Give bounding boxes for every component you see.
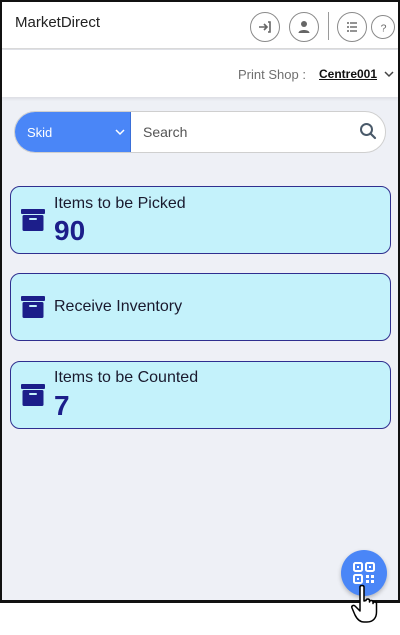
card-count: 90 xyxy=(54,215,86,246)
help-icon: ? xyxy=(380,22,386,33)
archive-box-icon xyxy=(21,296,45,318)
user-icon xyxy=(298,21,310,33)
user-button[interactable] xyxy=(289,12,319,42)
card-title: Items to be Counted xyxy=(54,369,199,386)
type-select[interactable]: Skid xyxy=(15,112,131,152)
list-icon xyxy=(347,22,357,32)
help-button[interactable]: ? xyxy=(371,15,395,39)
sign-in-button[interactable] xyxy=(250,12,280,42)
app-title: MarketDirect xyxy=(15,14,101,31)
qr-code-icon xyxy=(353,562,375,584)
sign-in-icon xyxy=(259,21,271,33)
chevron-down-icon[interactable] xyxy=(383,68,395,80)
print-shop-label: Print Shop : xyxy=(238,67,306,82)
app-frame: MarketDirect ? Print Shop: Centre001 Sk… xyxy=(0,0,400,603)
svg-text:?: ? xyxy=(380,22,386,33)
card-receive-inventory[interactable]: Receive Inventory xyxy=(10,273,391,341)
type-select-value: Skid xyxy=(27,125,53,140)
card-count: 7 xyxy=(54,390,70,421)
archive-box-icon xyxy=(21,209,45,231)
card-title: Receive Inventory xyxy=(54,298,183,315)
search-input[interactable] xyxy=(133,112,353,152)
print-shop-select[interactable]: Centre001 xyxy=(319,67,377,81)
list-button[interactable] xyxy=(337,12,367,42)
header-divider xyxy=(328,12,329,40)
card-items-to-be-counted[interactable]: Items to be Counted 7 xyxy=(10,361,391,429)
print-shop-bar: Print Shop : Centre001 xyxy=(2,50,398,97)
chevron-down-icon xyxy=(115,129,125,136)
search-bar: Skid xyxy=(14,111,386,153)
archive-box-icon xyxy=(21,384,45,406)
search-icon[interactable] xyxy=(359,122,377,140)
hand-cursor-icon xyxy=(351,584,378,623)
card-title: Items to be Picked xyxy=(54,195,186,212)
app-header: MarketDirect ? xyxy=(2,2,398,49)
card-items-to-be-picked[interactable]: Items to be Picked 90 xyxy=(10,186,391,254)
